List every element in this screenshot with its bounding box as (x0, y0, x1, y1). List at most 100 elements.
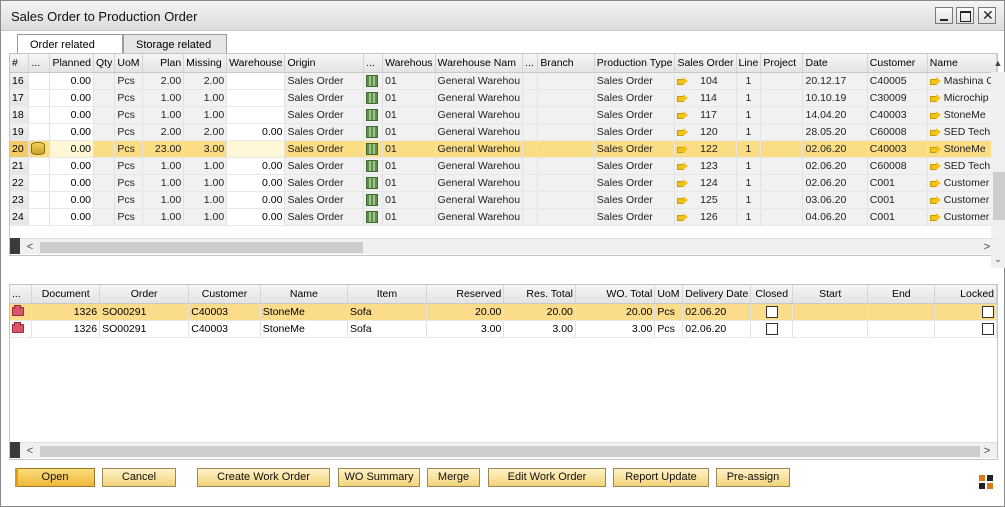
table-row[interactable]: 20 0.00 Pcs 23.00 3.00 Sales Order 01 General W… (10, 140, 998, 158)
col-header-more[interactable]: ... (28, 54, 51, 73)
maximize-button[interactable] (956, 7, 974, 24)
planned-cell[interactable]: 0.00 (49, 208, 95, 226)
title-bar[interactable]: Sales Order to Production Order ✕ (1, 1, 1004, 31)
order-grid-hscroll[interactable]: < > (20, 238, 997, 254)
sales-order-cell[interactable]: 122 (674, 140, 737, 158)
sales-order-cell[interactable]: 104 (674, 72, 737, 90)
table-row[interactable]: 1326 SO00291 C40003 StoneMe Sofa 20.00 20.00 20… (10, 303, 997, 321)
locked-cell[interactable] (934, 303, 997, 321)
warehouse-cell[interactable]: 0.00 (226, 191, 286, 209)
col-header-closed[interactable]: Closed (750, 285, 794, 304)
col-header-name[interactable]: Name (260, 285, 348, 304)
sales-order-cell[interactable]: 124 (674, 174, 737, 192)
name-cell[interactable]: Customer (927, 174, 998, 192)
link-arrow-icon[interactable] (677, 212, 689, 221)
scroll-down-icon[interactable]: ⌄ (991, 254, 1005, 268)
link-arrow-icon[interactable] (929, 76, 941, 85)
name-cell[interactable]: StoneMe (927, 106, 998, 124)
col-header-qty[interactable]: Qty (93, 54, 116, 73)
link-arrow-icon[interactable] (677, 195, 689, 204)
link-arrow-icon[interactable] (677, 127, 689, 136)
document-icon-cell[interactable] (10, 320, 33, 338)
pre-assign-button[interactable]: Pre-assign (716, 468, 790, 487)
tab-storage-related[interactable]: Storage related (123, 34, 227, 54)
work-order-grid-hscroll[interactable]: < > (20, 442, 997, 458)
name-cell[interactable]: Microchip (927, 89, 998, 107)
planned-cell[interactable]: 0.00 (49, 123, 95, 141)
col-header-uom[interactable]: UoM (654, 285, 684, 304)
scroll-right-icon[interactable]: > (979, 443, 995, 459)
minimize-button[interactable] (935, 7, 953, 24)
col-header-wo-total[interactable]: WO. Total (575, 285, 656, 304)
link-arrow-icon[interactable] (929, 161, 941, 170)
sales-order-cell[interactable]: 125 (674, 191, 737, 209)
close-button[interactable]: ✕ (978, 7, 996, 24)
window-settings-icon[interactable] (979, 475, 993, 489)
col-header-line[interactable]: Line (736, 54, 762, 73)
link-arrow-icon[interactable] (929, 178, 941, 187)
link-arrow-icon[interactable] (677, 76, 689, 85)
warehouse-icon-cell[interactable] (363, 123, 384, 141)
sales-order-cell[interactable]: 117 (674, 106, 737, 124)
merge-button[interactable]: Merge (427, 468, 480, 487)
document-icon-cell[interactable] (10, 303, 33, 321)
sales-order-cell[interactable]: 123 (674, 157, 737, 175)
hscroll-thumb[interactable] (40, 446, 980, 457)
col-header-sales-order[interactable]: Sales Order (674, 54, 737, 73)
planned-cell[interactable]: 0.00 (49, 140, 95, 158)
warehouse-icon-cell[interactable] (363, 174, 384, 192)
planned-cell[interactable]: 0.00 (49, 72, 95, 90)
col-header-reserved[interactable]: Reserved (426, 285, 505, 304)
link-arrow-icon[interactable] (929, 93, 941, 102)
row-status[interactable] (28, 140, 51, 158)
table-row[interactable]: 23 0.00 Pcs 1.00 1.00 0.00 Sales Order 01 Genera… (10, 191, 998, 209)
table-row[interactable]: 19 0.00 Pcs 2.00 2.00 0.00 Sales Order 01 Genera… (10, 123, 998, 141)
col-header-warehouse-code[interactable]: Warehous (382, 54, 436, 73)
col-header-warehouse[interactable]: Warehouse (226, 54, 286, 73)
col-header-name[interactable]: Name (927, 54, 998, 73)
warehouse-icon-cell[interactable] (363, 157, 384, 175)
col-header-delivery-date[interactable]: Delivery Date (682, 285, 752, 304)
link-arrow-icon[interactable] (929, 212, 941, 221)
planned-cell[interactable]: 0.00 (49, 174, 95, 192)
link-arrow-icon[interactable] (929, 110, 941, 119)
col-header-project[interactable]: Project (760, 54, 804, 73)
edit-work-order-button[interactable]: Edit Work Order (488, 468, 606, 487)
scroll-up-icon[interactable]: ▲ (991, 58, 1005, 72)
col-header-customer[interactable]: Customer (867, 54, 928, 73)
col-header-plan[interactable]: Plan (142, 54, 185, 73)
warehouse-cell[interactable] (226, 89, 286, 107)
hscroll-thumb[interactable] (40, 242, 363, 253)
col-header-more-2[interactable]: ... (363, 54, 384, 73)
col-header-order[interactable]: Order (99, 285, 190, 304)
warehouse-icon-cell[interactable] (363, 106, 384, 124)
table-row[interactable]: 18 0.00 Pcs 1.00 1.00 Sales Order 01 General Wa… (10, 106, 998, 124)
table-row[interactable]: 21 0.00 Pcs 1.00 1.00 0.00 Sales Order 01 Genera… (10, 157, 998, 175)
col-header-missing[interactable]: Missing (183, 54, 228, 73)
col-header-customer[interactable]: Customer (188, 285, 261, 304)
cancel-button[interactable]: Cancel (102, 468, 176, 487)
folder-icon[interactable] (12, 322, 24, 334)
link-arrow-icon[interactable] (677, 161, 689, 170)
link-arrow-icon[interactable] (929, 127, 941, 136)
col-header-uom[interactable]: UoM (114, 54, 143, 73)
col-header-document[interactable]: Document (31, 285, 101, 304)
link-arrow-icon[interactable] (677, 178, 689, 187)
locked-checkbox[interactable] (982, 322, 994, 335)
col-header-locked[interactable]: Locked (934, 285, 997, 304)
warehouse-icon-cell[interactable] (363, 72, 384, 90)
link-arrow-icon[interactable] (929, 144, 941, 153)
col-header-more[interactable]: ... (10, 285, 33, 304)
closed-cell[interactable] (750, 320, 794, 338)
col-header-date[interactable]: Date (802, 54, 868, 73)
table-row[interactable]: 22 0.00 Pcs 1.00 1.00 0.00 Sales Order 01 Genera… (10, 174, 998, 192)
link-arrow-icon[interactable] (677, 110, 689, 119)
name-cell[interactable]: Mashina C (927, 72, 998, 90)
warehouse-cell[interactable]: 0.00 (226, 123, 286, 141)
warehouse-cell[interactable] (226, 140, 286, 158)
col-header-end[interactable]: End (867, 285, 936, 304)
table-row[interactable]: 16 0.00 Pcs 2.00 2.00 Sales Order 01 General Wa… (10, 72, 998, 90)
warehouse-icon-cell[interactable] (363, 89, 384, 107)
col-header-rownum[interactable]: # (10, 54, 30, 73)
col-header-branch[interactable]: Branch (537, 54, 595, 73)
